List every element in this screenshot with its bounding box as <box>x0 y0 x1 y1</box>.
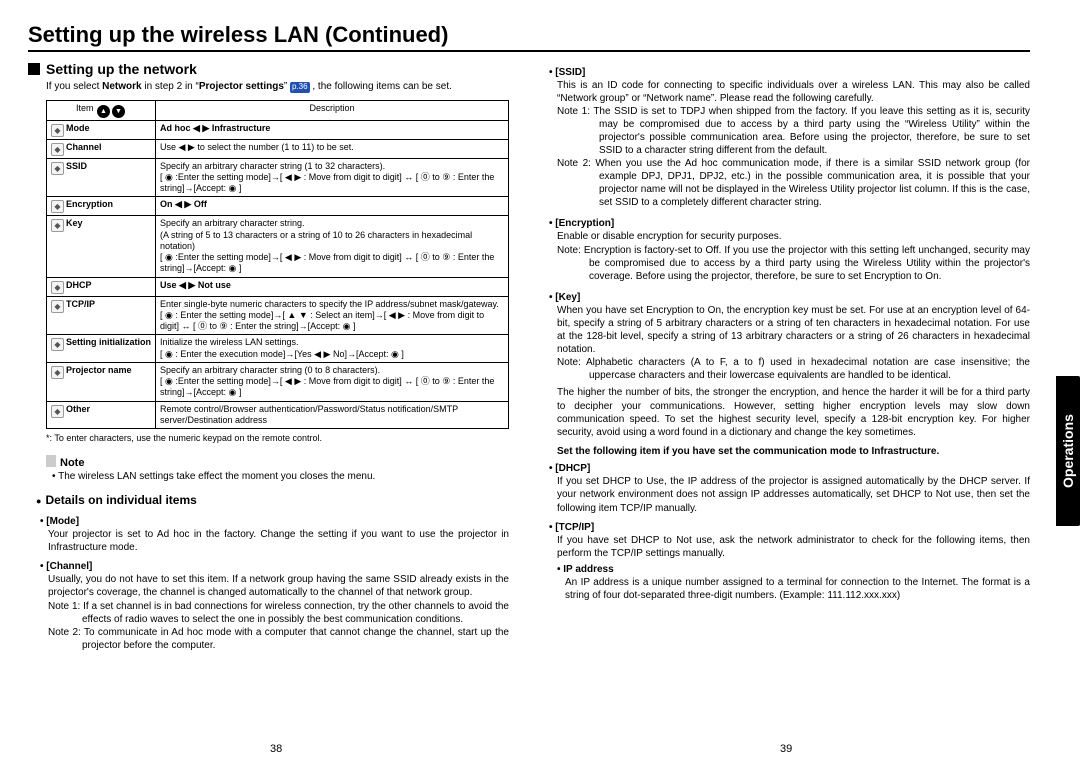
right-column: [SSID] This is an ID code for connecting… <box>549 60 1030 741</box>
infrastructure-line: Set the following item if you have set t… <box>557 445 1030 458</box>
table-item-cell: ◆Channel <box>47 139 156 158</box>
dhcp-body: If you set DHCP to Use, the IP address o… <box>557 475 1030 515</box>
page-reference-icon: p.36 <box>290 82 310 93</box>
ip-body: An IP address is a unique number assigne… <box>565 576 1030 602</box>
page-sheet: Setting up the wireless LAN (Continued) … <box>0 0 1080 763</box>
channel-note2: Note 2: To communicate in Ad hoc mode wi… <box>48 626 509 652</box>
table-desc-cell: Specify an arbitrary character string. (… <box>156 216 509 277</box>
ssid-note1: Note 1: The SSID is set to TDPJ when shi… <box>557 105 1030 157</box>
table-header-item: Item ▲▼ <box>47 100 156 120</box>
setting-icon: ◆ <box>51 143 64 156</box>
table-item-cell: ◆Encryption <box>47 197 156 216</box>
mode-body: Your projector is set to Ad hoc in the f… <box>48 528 509 554</box>
key-note: Note: Alphabetic characters (A to F, a t… <box>557 356 1030 382</box>
table-row: ◆ModeAd hoc ◀ ▶ Infrastructure <box>47 120 509 139</box>
tcpip-body: If you have set DHCP to Not use, ask the… <box>557 534 1030 560</box>
page-title: Setting up the wireless LAN (Continued) <box>28 22 1030 52</box>
key-heading: [Key] <box>549 291 1030 304</box>
table-desc-cell: Specify an arbitrary character string (0… <box>156 362 509 401</box>
ip-heading: IP address <box>557 563 1030 576</box>
table-item-label: Projector name <box>66 365 132 375</box>
table-item-label: Encryption <box>66 199 113 209</box>
table-desc-cell: Use ◀ ▶ to select the number (1 to 11) t… <box>156 139 509 158</box>
table-item-label: Key <box>66 218 83 228</box>
setting-icon: ◆ <box>51 338 64 351</box>
setting-icon: ◆ <box>51 219 64 232</box>
details-heading: Details on individual items <box>36 493 509 509</box>
table-desc-cell: Enter single-byte numeric characters to … <box>156 296 509 335</box>
key-body: When you have set Encryption to On, the … <box>557 304 1030 357</box>
table-desc-cell: Use ◀ ▶ Not use <box>156 277 509 296</box>
table-item-cell: ◆Projector name <box>47 362 156 401</box>
table-item-label: SSID <box>66 161 87 171</box>
table-item-label: DHCP <box>66 280 92 290</box>
setting-icon: ◆ <box>51 405 64 418</box>
table-row: ◆SSIDSpecify an arbitrary character stri… <box>47 158 509 197</box>
channel-heading: [Channel] <box>40 560 509 573</box>
setting-icon: ◆ <box>51 162 64 175</box>
table-row: ◆ChannelUse ◀ ▶ to select the number (1 … <box>47 139 509 158</box>
table-desc-cell: Remote control/Browser authentication/Pa… <box>156 401 509 429</box>
table-item-label: TCP/IP <box>66 299 95 309</box>
table-desc-cell: Initialize the wireless LAN settings. [ … <box>156 335 509 363</box>
page-number-left: 38 <box>270 743 282 755</box>
ssid-heading: [SSID] <box>549 66 1030 79</box>
tcpip-heading: [TCP/IP] <box>549 521 1030 534</box>
network-subhead: Setting up the network <box>28 60 509 78</box>
settings-table-wrap: Item ▲▼ Description ◆ModeAd hoc ◀ ▶ Infr… <box>46 100 509 430</box>
key-paragraph: The higher the number of bits, the stron… <box>557 386 1030 439</box>
table-item-label: Channel <box>66 142 102 152</box>
note-icon <box>46 455 56 467</box>
square-bullet-icon <box>28 63 40 75</box>
ssid-note2: Note 2: When you use the Ad hoc communic… <box>557 157 1030 209</box>
table-item-cell: ◆DHCP <box>47 277 156 296</box>
table-header-desc: Description <box>156 100 509 120</box>
setting-icon: ◆ <box>51 366 64 379</box>
channel-note1: Note 1: If a set channel is in bad conne… <box>48 600 509 626</box>
footnote: *: To enter characters, use the numeric … <box>46 433 509 445</box>
dhcp-heading: [DHCP] <box>549 462 1030 475</box>
down-icon: ▼ <box>112 105 125 118</box>
setting-icon: ◆ <box>51 281 64 294</box>
setting-icon: ◆ <box>51 124 64 137</box>
ssid-body: This is an ID code for connecting to spe… <box>557 79 1030 105</box>
table-row: ◆Setting initializationInitialize the wi… <box>47 335 509 363</box>
note-body: • The wireless LAN settings take effect … <box>52 470 509 483</box>
table-desc-cell: Specify an arbitrary character string (1… <box>156 158 509 197</box>
setting-icon: ◆ <box>51 300 64 313</box>
table-item-cell: ◆Setting initialization <box>47 335 156 363</box>
encryption-note: Note: Encryption is factory-set to Off. … <box>557 244 1030 283</box>
channel-body: Usually, you do not have to set this ite… <box>48 573 509 599</box>
encryption-heading: [Encryption] <box>549 217 1030 230</box>
mode-heading: [Mode] <box>40 515 509 528</box>
up-icon: ▲ <box>97 105 110 118</box>
page-number-right: 39 <box>780 743 792 755</box>
subhead-text: Setting up the network <box>46 61 197 77</box>
table-desc-cell: Ad hoc ◀ ▶ Infrastructure <box>156 120 509 139</box>
encryption-body: Enable or disable encryption for securit… <box>557 230 1030 243</box>
table-item-cell: ◆TCP/IP <box>47 296 156 335</box>
intro-text: If you select Network in step 2 in “Proj… <box>46 80 509 94</box>
table-item-cell: ◆SSID <box>47 158 156 197</box>
two-column-layout: Setting up the network If you select Net… <box>28 60 1030 741</box>
table-item-cell: ◆Key <box>47 216 156 277</box>
table-row: ◆DHCPUse ◀ ▶ Not use <box>47 277 509 296</box>
table-row: ◆KeySpecify an arbitrary character strin… <box>47 216 509 277</box>
setting-icon: ◆ <box>51 200 64 213</box>
table-item-label: Mode <box>66 123 90 133</box>
table-row: ◆TCP/IPEnter single-byte numeric charact… <box>47 296 509 335</box>
table-item-cell: ◆Mode <box>47 120 156 139</box>
table-row: ◆EncryptionOn ◀ ▶ Off <box>47 197 509 216</box>
note-heading: Note <box>46 455 509 470</box>
table-item-label: Other <box>66 404 90 414</box>
table-desc-cell: On ◀ ▶ Off <box>156 197 509 216</box>
table-row: ◆Projector nameSpecify an arbitrary char… <box>47 362 509 401</box>
table-item-label: Setting initialization <box>66 337 151 347</box>
table-row: ◆OtherRemote control/Browser authenticat… <box>47 401 509 429</box>
left-column: Setting up the network If you select Net… <box>28 60 509 741</box>
settings-table: Item ▲▼ Description ◆ModeAd hoc ◀ ▶ Infr… <box>46 100 509 430</box>
section-tab: Operations <box>1056 376 1080 526</box>
table-item-cell: ◆Other <box>47 401 156 429</box>
